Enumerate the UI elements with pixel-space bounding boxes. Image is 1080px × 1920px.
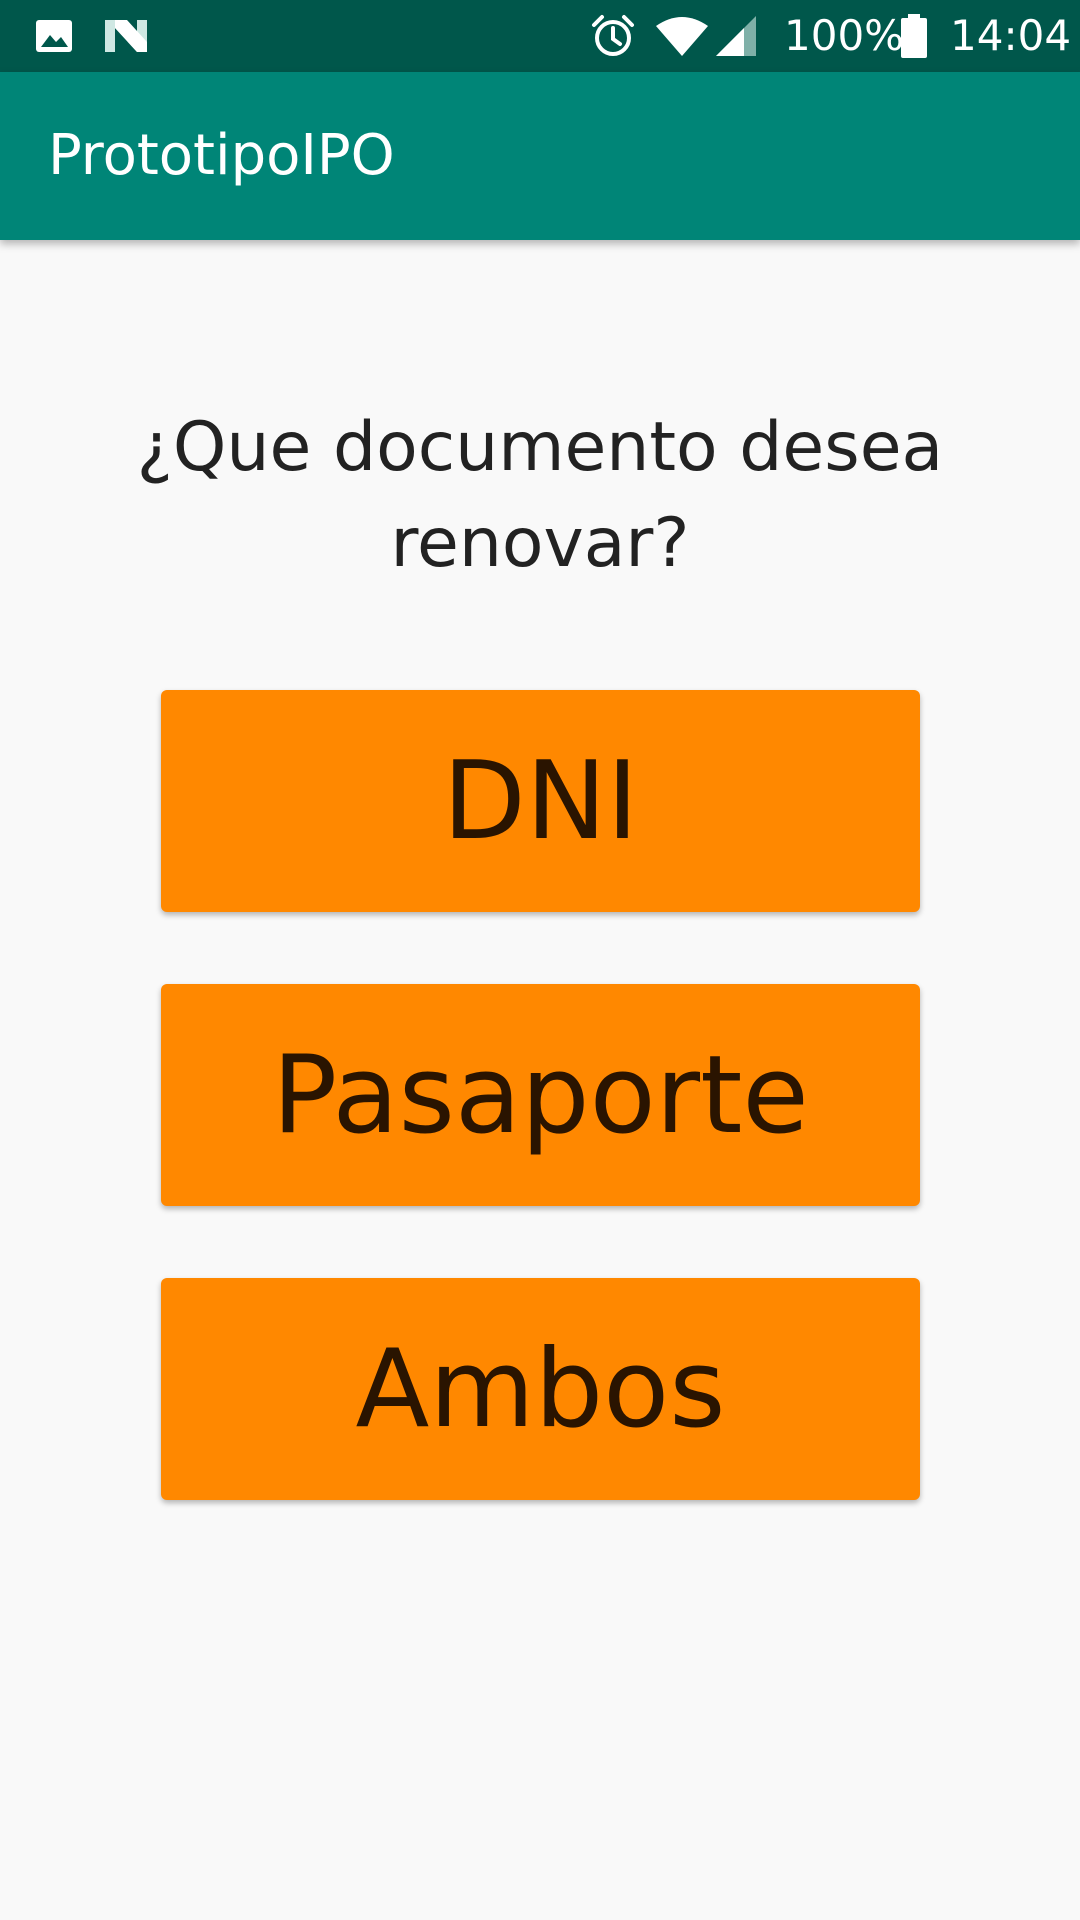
dni-button[interactable]: DNI: [161, 690, 920, 912]
screen: 100% 14:04 PrototipoIPO ¿Que documento d…: [0, 0, 1080, 1920]
question-text: ¿Que documento desea renovar?: [136, 408, 944, 583]
clock: 14:04: [950, 11, 1072, 60]
app-title: PrototipoIPO: [48, 123, 395, 188]
status-bar: 100% 14:04: [0, 0, 1080, 72]
battery-icon: [896, 0, 932, 72]
ambos-button[interactable]: Ambos: [161, 1278, 920, 1500]
cell-signal-icon: [712, 0, 760, 72]
alarm-icon: [588, 0, 638, 72]
app-bar: PrototipoIPO: [0, 72, 1080, 240]
gallery-icon: [30, 0, 78, 72]
n-logo-icon: [102, 0, 150, 72]
wifi-icon: [652, 0, 712, 72]
battery-percent: 100%: [784, 11, 905, 60]
pasaporte-button[interactable]: Pasaporte: [161, 984, 920, 1206]
